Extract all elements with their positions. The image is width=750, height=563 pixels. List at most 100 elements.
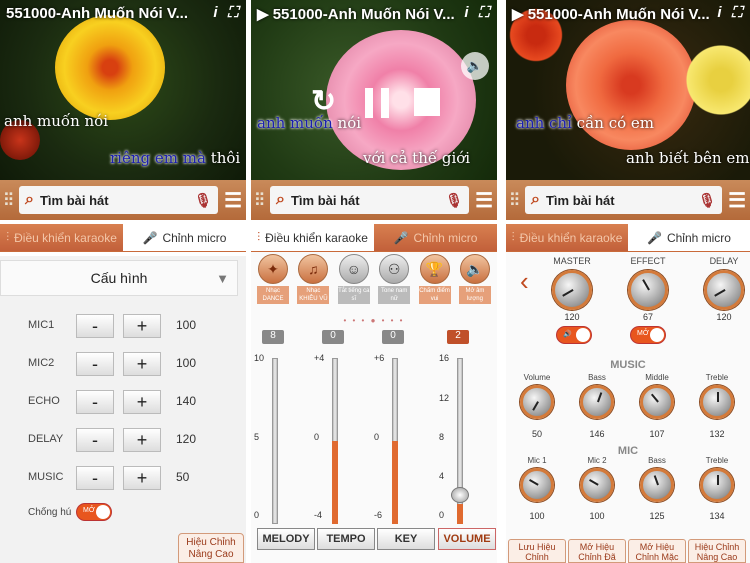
slider-value-badge: 2: [447, 330, 469, 344]
tick-label: -6: [374, 510, 383, 520]
equalizer-icon[interactable]: ⫶⫶: [4, 190, 13, 211]
tab-label: Điều khiển karaoke: [519, 230, 623, 245]
equalizer-icon[interactable]: ⫶⫶: [255, 190, 264, 211]
decrease-button[interactable]: -: [76, 428, 114, 452]
slider-track[interactable]: [272, 358, 278, 524]
increase-button[interactable]: +: [123, 314, 161, 338]
load-default-button[interactable]: Mở Hiệu Chỉnh Mặc Định: [628, 539, 686, 563]
tick-label: 5: [254, 432, 260, 442]
mic1-knob[interactable]: [520, 468, 554, 502]
knob-value: 120: [716, 312, 732, 322]
tone-icon: ⚇: [379, 254, 410, 284]
slider-key[interactable]: 0 +6 0 -6: [374, 330, 414, 530]
search-input[interactable]: ⌕ Tìm bài hát 🎙: [19, 186, 219, 214]
lyric-rest: thôi: [205, 149, 241, 167]
music-bass-knob[interactable]: [580, 385, 614, 419]
music-middle-knob[interactable]: [640, 385, 674, 419]
slider-thumb[interactable]: [451, 487, 469, 503]
play-icon[interactable]: ▶: [257, 6, 273, 23]
search-icon: ⌕: [531, 191, 540, 208]
menu-icon[interactable]: ☰: [224, 188, 242, 213]
knob-value: 107: [649, 429, 665, 439]
play-icon[interactable]: ▶: [512, 6, 528, 23]
song-title: 551000-Anh Muốn Nói V...: [6, 5, 188, 22]
master-toggle[interactable]: 🔊: [556, 326, 592, 344]
mic-bass-knob[interactable]: [640, 468, 674, 502]
save-settings-button[interactable]: Lưu Hiệu Chỉnh: [508, 539, 566, 563]
effect-toggle[interactable]: MỞ: [630, 326, 666, 344]
tab-mic-settings[interactable]: 🎤 Chỉnh micro: [374, 224, 497, 252]
volume-icon[interactable]: 🔈: [461, 52, 489, 80]
mic2-knob[interactable]: [580, 468, 614, 502]
function-dance-button[interactable]: ✦ Nhạc DANCE: [257, 254, 289, 304]
function-ballroom-button[interactable]: ♫ Nhạc KHIÊU VŨ: [297, 254, 330, 304]
video-area[interactable]: 551000-Anh Muốn Nói V... i ⛶ anh muốn nói…: [0, 0, 246, 180]
tab-mic-settings[interactable]: 🎤 Chỉnh micro: [628, 224, 750, 252]
search-placeholder: Tìm bài hát: [39, 192, 109, 208]
pause-icon[interactable]: [365, 88, 389, 118]
info-icon[interactable]: i: [717, 4, 721, 21]
mic-row: MIC1 - + 100: [0, 311, 246, 341]
music-treble-knob[interactable]: [700, 385, 734, 419]
function-label: Nhạc KHIÊU VŨ: [297, 286, 330, 304]
tempo-button[interactable]: TEMPO: [317, 528, 375, 550]
lyric-line-2: riêng em mà thôi: [110, 149, 240, 167]
mic-row: ECHO - + 140: [0, 387, 246, 417]
slider-tempo[interactable]: 0 +4 0 -4: [314, 330, 354, 530]
microphone-icon[interactable]: 🎙: [194, 192, 212, 209]
decrease-button[interactable]: -: [76, 314, 114, 338]
menu-icon[interactable]: ☰: [475, 188, 493, 213]
search-input[interactable]: ⌕ Tìm bài hát 🎙: [525, 186, 723, 214]
stop-icon[interactable]: [414, 88, 440, 116]
config-dropdown[interactable]: Cấu hình ▼: [0, 260, 238, 296]
master-knob[interactable]: [552, 270, 592, 310]
microphone-icon[interactable]: 🎙: [698, 192, 716, 209]
delay-knob[interactable]: [704, 270, 744, 310]
equalizer-icon[interactable]: ⫶⫶: [510, 190, 519, 211]
anti-howl-label: Chống hú: [28, 507, 72, 518]
tab-karaoke-control[interactable]: ⫶ Điều khiển karaoke: [506, 224, 628, 252]
fullscreen-icon[interactable]: ⛶: [227, 4, 238, 21]
mic-row: MIC2 - + 100: [0, 349, 246, 379]
function-volume-button[interactable]: 🔈 Mở âm lượng: [458, 254, 491, 304]
anti-howl-toggle[interactable]: MỞ: [76, 503, 112, 521]
slider-melody[interactable]: 8 10 5 0: [254, 330, 294, 530]
increase-button[interactable]: +: [123, 428, 161, 452]
search-bar: ⫶⫶ ⌕ Tìm bài hát 🎙 ☰: [506, 180, 750, 220]
search-input[interactable]: ⌕ Tìm bài hát 🎙: [270, 186, 470, 214]
advanced-settings-button[interactable]: Hiệu Chỉnh Nâng Cao: [178, 533, 244, 563]
info-icon[interactable]: i: [464, 4, 468, 21]
advanced-settings-button[interactable]: Hiệu Chỉnh Nâng Cao: [688, 539, 746, 563]
increase-button[interactable]: +: [123, 466, 161, 490]
tab-karaoke-control[interactable]: ⫶ Điều khiển karaoke: [0, 224, 123, 252]
video-area[interactable]: ▶ 551000-Anh Muốn Nói V... i ⛶ anh chỉ cầ…: [506, 0, 750, 180]
music-volume-knob[interactable]: [520, 385, 554, 419]
slider-volume[interactable]: 2 16 12 8 4 0: [439, 330, 479, 530]
function-score-button[interactable]: 🏆 Chấm điểm vui: [418, 254, 451, 304]
tab-mic-settings[interactable]: 🎤 Chỉnh micro: [123, 224, 246, 252]
menu-icon[interactable]: ☰: [728, 188, 746, 213]
effect-knob[interactable]: [628, 270, 668, 310]
video-area[interactable]: ▶ 551000-Anh Muốn Nói V... i ⛶ 🔈 ↻ anh mu…: [251, 0, 497, 180]
row-label: MIC2: [28, 357, 55, 369]
mic-config-body: Cấu hình ▼ MIC1 - + 100 MIC2 - + 100 ECHO…: [0, 256, 246, 563]
decrease-button[interactable]: -: [76, 466, 114, 490]
fullscreen-icon[interactable]: ⛶: [478, 4, 489, 21]
function-tone-button[interactable]: ⚇ Tone nam nữ: [378, 254, 411, 304]
back-chevron-icon[interactable]: ‹: [520, 266, 529, 297]
load-saved-button[interactable]: Mở Hiệu Chỉnh Đã Lưu: [568, 539, 626, 563]
function-mute-singer-button[interactable]: ☺ Tắt tiếng ca sĩ: [337, 254, 370, 304]
increase-button[interactable]: +: [123, 390, 161, 414]
melody-button[interactable]: MELODY: [257, 528, 315, 550]
microphone-icon[interactable]: 🎙: [445, 192, 463, 209]
function-row: ✦ Nhạc DANCE ♫ Nhạc KHIÊU VŨ ☺ Tắt tiếng ca…: [257, 254, 491, 304]
volume-button[interactable]: VOLUME: [438, 528, 496, 550]
key-button[interactable]: KEY: [377, 528, 435, 550]
info-icon[interactable]: i: [213, 4, 217, 21]
decrease-button[interactable]: -: [76, 352, 114, 376]
fullscreen-icon[interactable]: ⛶: [731, 4, 742, 21]
decrease-button[interactable]: -: [76, 390, 114, 414]
tab-karaoke-control[interactable]: ⫶ Điều khiển karaoke: [251, 224, 374, 252]
increase-button[interactable]: +: [123, 352, 161, 376]
mic-treble-knob[interactable]: [700, 468, 734, 502]
